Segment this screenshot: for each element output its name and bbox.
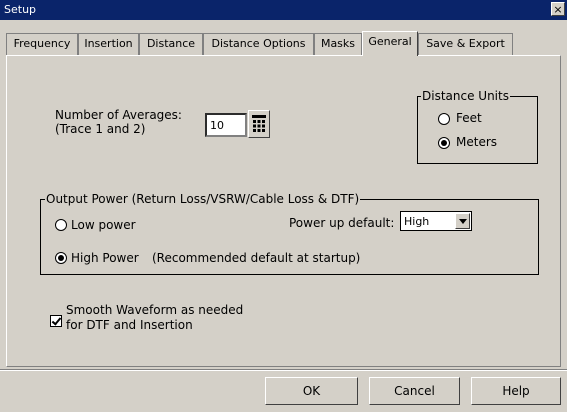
keypad-button[interactable] [248,110,270,138]
smooth-waveform-sublabel: for DTF and Insertion [66,318,193,332]
smooth-waveform-label[interactable]: Smooth Waveform as needed [66,303,243,317]
tab-insertion[interactable]: Insertion [78,33,139,55]
checkmark-icon [51,315,62,326]
tab-distance[interactable]: Distance [139,33,203,55]
chevron-down-icon[interactable] [455,213,470,229]
power-up-default-select[interactable]: High [400,211,472,231]
low-power-radio[interactable] [55,219,67,231]
feet-label[interactable]: Feet [456,111,482,125]
close-button[interactable]: × [551,2,565,16]
footer-separator [0,369,567,371]
help-button[interactable]: Help [471,377,561,405]
smooth-waveform-checkbox[interactable] [50,315,62,327]
high-power-radio[interactable] [55,252,67,264]
keypad-icon [252,115,266,132]
averages-label: Number of Averages: [55,108,182,122]
feet-radio[interactable] [438,113,450,125]
high-power-label[interactable]: High Power [71,251,139,265]
distance-units-title: Distance Units [421,89,510,103]
meters-radio[interactable] [438,137,450,149]
output-power-title: Output Power (Return Loss/VSRW/Cable Los… [45,192,361,206]
distance-units-group [417,96,538,164]
window-title: Setup [4,3,37,16]
tab-frequency[interactable]: Frequency [6,33,78,55]
tab-general[interactable]: General [362,31,418,56]
cancel-button[interactable]: Cancel [369,377,460,405]
tab-masks[interactable]: Masks [314,33,362,55]
tab-save-export[interactable]: Save & Export [418,33,513,55]
power-up-default-value: High [404,215,430,228]
tab-distance-options[interactable]: Distance Options [203,33,314,55]
meters-label[interactable]: Meters [456,135,497,149]
low-power-label[interactable]: Low power [71,218,136,232]
power-up-default-label: Power up default: [289,216,395,230]
ok-button[interactable]: OK [265,377,358,405]
high-power-note: (Recommended default at startup) [152,251,361,265]
title-bar: Setup × [0,0,567,20]
averages-input[interactable]: 10 [205,113,247,137]
averages-sublabel: (Trace 1 and 2) [55,122,146,136]
